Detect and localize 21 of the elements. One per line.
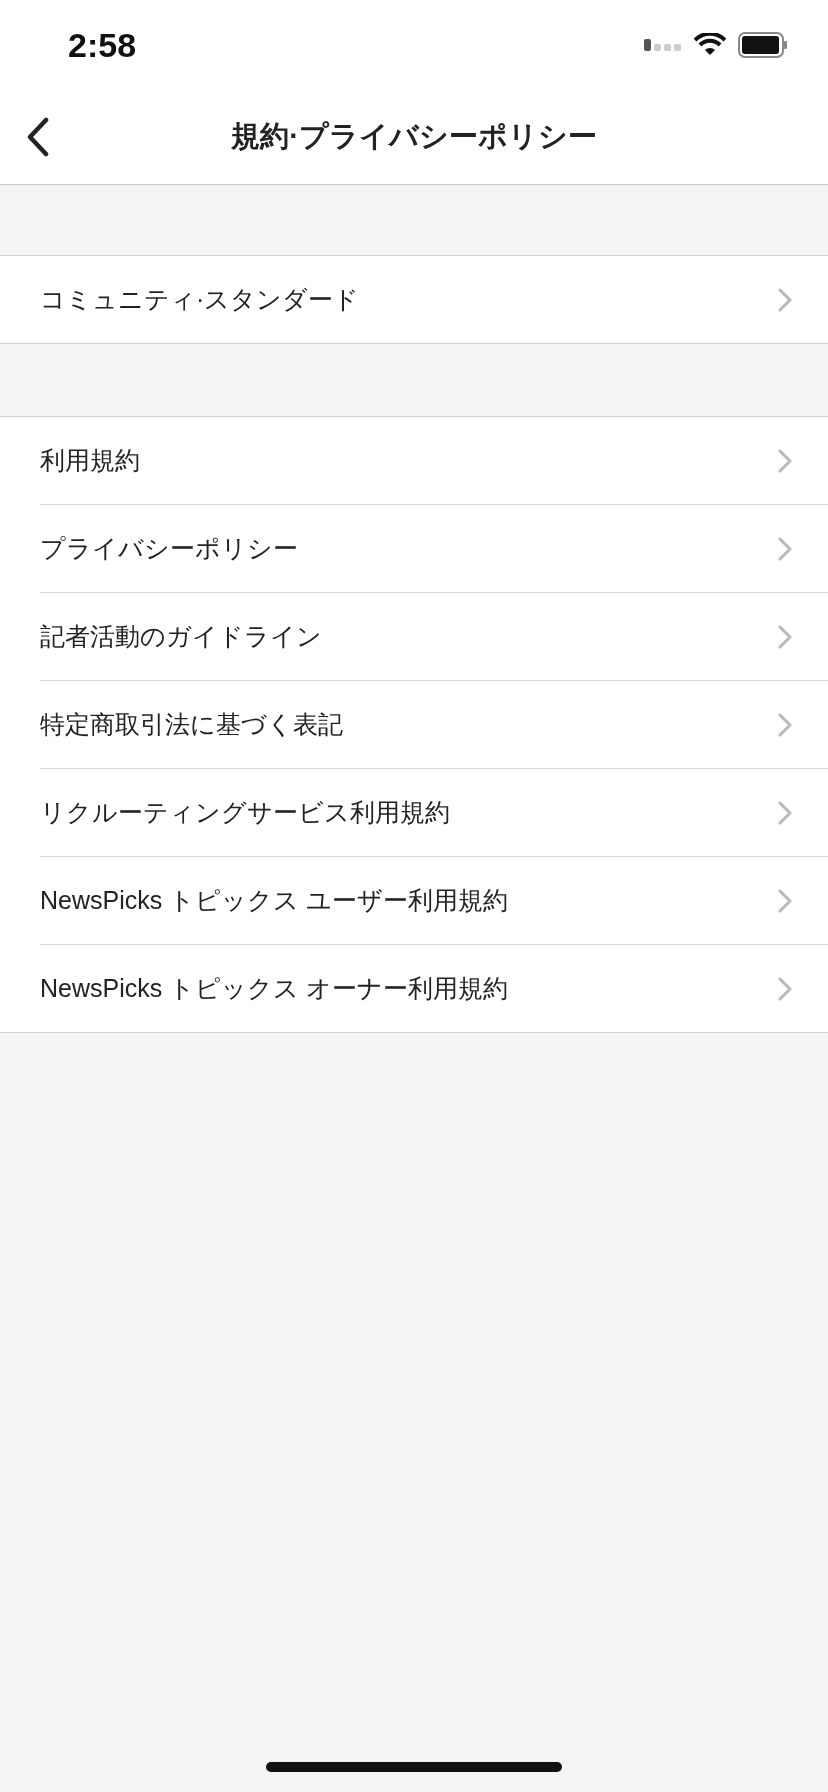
menu-item[interactable]: 記者活動のガイドライン: [40, 593, 828, 681]
menu-item[interactable]: コミュニティ·スタンダード: [40, 256, 828, 343]
status-time: 2:58: [68, 25, 137, 65]
screen-title: 規約·プライバシーポリシー: [231, 119, 597, 154]
menu-item[interactable]: リクルーティングサービス利用規約: [40, 769, 828, 857]
wifi-icon: [694, 33, 726, 57]
menu-item[interactable]: NewsPicks トピックス オーナー利用規約: [40, 945, 828, 1032]
menu-item[interactable]: 特定商取引法に基づく表記: [40, 681, 828, 769]
menu-item[interactable]: NewsPicks トピックス ユーザー利用規約: [40, 857, 828, 945]
chevron-icon: [778, 536, 792, 561]
chevron-icon: [778, 624, 792, 649]
chevron-icon: [778, 287, 792, 312]
chevron-icon: [778, 712, 792, 737]
signal-icon: [644, 39, 682, 51]
menu-item[interactable]: 利用規約: [40, 417, 828, 505]
chevron-icon: [778, 976, 792, 1001]
chevron-icon: [778, 448, 792, 473]
battery-icon: [738, 32, 788, 58]
chevron-icon: [778, 800, 792, 825]
chevron-icon: [778, 888, 792, 913]
menu-item[interactable]: プライバシーポリシー: [40, 505, 828, 593]
